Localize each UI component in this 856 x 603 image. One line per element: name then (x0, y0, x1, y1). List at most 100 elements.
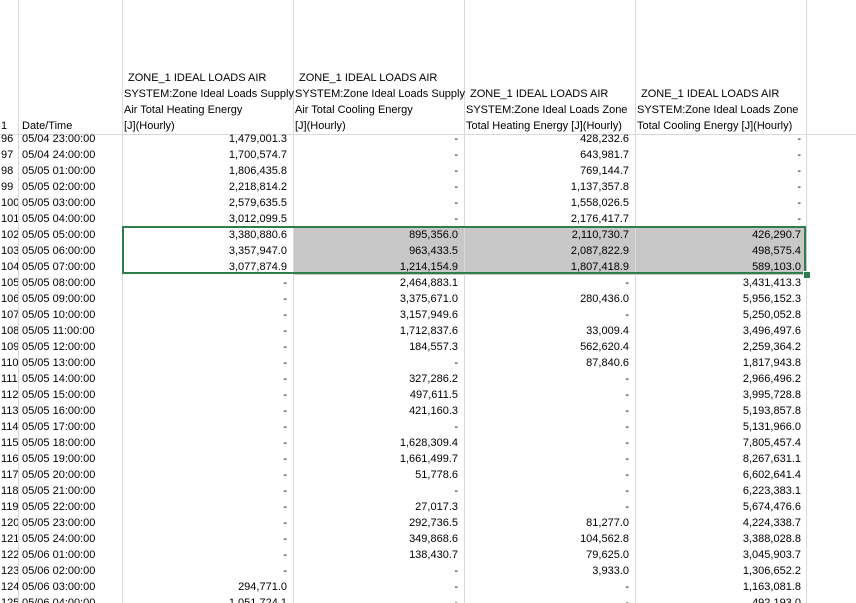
supply-heating-cell[interactable]: - (123, 403, 293, 419)
row-number[interactable]: 109 (0, 339, 18, 355)
date-time-cell[interactable]: 05/05 15:00:00 (19, 387, 122, 403)
date-time-cell[interactable]: 05/05 06:00:00 (19, 243, 122, 259)
supply-heating-cell[interactable]: - (123, 531, 293, 547)
zone-cooling-cell[interactable]: 589,103.0 (636, 259, 807, 275)
zone-cooling-cell[interactable]: 5,131,966.0 (636, 419, 807, 435)
zone-heating-cell[interactable]: 1,558,026.5 (465, 195, 635, 211)
zone-cooling-cell[interactable]: - (636, 131, 807, 147)
supply-heating-cell[interactable]: - (123, 499, 293, 515)
supply-heating-cell[interactable]: 3,077,874.9 (123, 259, 293, 275)
supply-heating-cell[interactable]: - (123, 451, 293, 467)
supply-cooling-cell[interactable]: 51,778.6 (294, 467, 464, 483)
row-number[interactable]: 111 (0, 371, 18, 387)
zone-heating-cell[interactable]: 643,981.7 (465, 147, 635, 163)
date-time-cell[interactable]: 05/05 09:00:00 (19, 291, 122, 307)
date-time-cell[interactable]: 05/05 17:00:00 (19, 419, 122, 435)
supply-heating-cell[interactable]: 1,806,435.8 (123, 163, 293, 179)
supply-cooling-cell[interactable]: - (294, 131, 464, 147)
supply-cooling-cell[interactable]: 895,356.0 (294, 227, 464, 243)
supply-cooling-cell[interactable]: 184,557.3 (294, 339, 464, 355)
supply-heating-cell[interactable]: - (123, 419, 293, 435)
zone-heating-cell[interactable]: - (465, 307, 635, 323)
supply-heating-cell[interactable]: 3,012,099.5 (123, 211, 293, 227)
zone-cooling-cell[interactable]: 6,223,383.1 (636, 483, 807, 499)
zone-heating-cell[interactable]: - (465, 467, 635, 483)
zone-heating-cell[interactable]: 79,625.0 (465, 547, 635, 563)
supply-heating-cell[interactable]: 294,771.0 (123, 579, 293, 595)
row-number[interactable]: 104 (0, 259, 18, 275)
supply-heating-cell[interactable]: 1,051,724.1 (123, 595, 293, 603)
zone-heating-cell[interactable]: - (465, 403, 635, 419)
supply-heating-cell[interactable]: 2,218,814.2 (123, 179, 293, 195)
supply-cooling-cell[interactable]: 327,286.2 (294, 371, 464, 387)
zone-heating-cell[interactable]: 87,840.6 (465, 355, 635, 371)
zone-cooling-cell[interactable]: 5,193,857.8 (636, 403, 807, 419)
supply-cooling-cell[interactable]: - (294, 419, 464, 435)
zone-heating-cell[interactable]: - (465, 419, 635, 435)
zone-cooling-cell[interactable]: - (636, 179, 807, 195)
supply-cooling-cell[interactable]: - (294, 179, 464, 195)
zone-heating-cell[interactable]: 104,562.8 (465, 531, 635, 547)
supply-heating-cell[interactable]: - (123, 435, 293, 451)
supply-cooling-cell[interactable]: 963,433.5 (294, 243, 464, 259)
row-number[interactable]: 122 (0, 547, 18, 563)
zone-cooling-cell[interactable]: - (636, 147, 807, 163)
date-time-cell[interactable]: 05/05 18:00:00 (19, 435, 122, 451)
zone-cooling-cell[interactable]: 426,290.7 (636, 227, 807, 243)
zone-cooling-cell[interactable]: 1,306,652.2 (636, 563, 807, 579)
supply-heating-cell[interactable]: - (123, 563, 293, 579)
supply-heating-cell[interactable]: 2,579,635.5 (123, 195, 293, 211)
zone-cooling-cell[interactable]: 3,995,728.8 (636, 387, 807, 403)
zone-cooling-cell[interactable]: 7,805,457.4 (636, 435, 807, 451)
zone-heating-cell[interactable]: - (465, 499, 635, 515)
supply-heating-cell[interactable]: - (123, 515, 293, 531)
zone-heating-cell[interactable]: 769,144.7 (465, 163, 635, 179)
row-number[interactable]: 99 (0, 179, 18, 195)
row-number[interactable]: 108 (0, 323, 18, 339)
date-time-cell[interactable]: 05/05 24:00:00 (19, 531, 122, 547)
zone-heating-cell[interactable]: 280,436.0 (465, 291, 635, 307)
zone-heating-cell[interactable]: - (465, 371, 635, 387)
zone-cooling-cell[interactable]: 5,956,152.3 (636, 291, 807, 307)
date-time-cell[interactable]: 05/06 03:00:00 (19, 579, 122, 595)
zone-heating-cell[interactable]: 2,110,730.7 (465, 227, 635, 243)
zone-cooling-cell[interactable]: 8,267,631.1 (636, 451, 807, 467)
date-time-cell[interactable]: 05/05 19:00:00 (19, 451, 122, 467)
date-time-cell[interactable]: 05/05 08:00:00 (19, 275, 122, 291)
supply-cooling-cell[interactable]: 292,736.5 (294, 515, 464, 531)
zone-cooling-cell[interactable]: 3,388,028.8 (636, 531, 807, 547)
zone-heating-cell[interactable]: 428,232.6 (465, 131, 635, 147)
supply-heating-cell[interactable]: 3,357,947.0 (123, 243, 293, 259)
date-time-cell[interactable]: 05/05 11:00:00 (19, 323, 122, 339)
zone-heating-cell[interactable]: 562,620.4 (465, 339, 635, 355)
zone-cooling-cell[interactable]: 498,575.4 (636, 243, 807, 259)
supply-heating-cell[interactable]: 1,700,574.7 (123, 147, 293, 163)
zone-heating-cell[interactable]: - (465, 387, 635, 403)
supply-cooling-cell[interactable]: - (294, 163, 464, 179)
supply-cooling-cell[interactable]: 1,661,499.7 (294, 451, 464, 467)
supply-cooling-cell[interactable]: - (294, 195, 464, 211)
supply-heating-cell[interactable]: - (123, 467, 293, 483)
supply-cooling-cell[interactable]: 1,214,154.9 (294, 259, 464, 275)
row-number[interactable]: 118 (0, 483, 18, 499)
row-number[interactable]: 121 (0, 531, 18, 547)
row-number[interactable]: 119 (0, 499, 18, 515)
row-number[interactable]: 101 (0, 211, 18, 227)
date-time-cell[interactable]: 05/05 22:00:00 (19, 499, 122, 515)
zone-cooling-cell[interactable]: 5,674,476.6 (636, 499, 807, 515)
supply-heating-cell[interactable]: - (123, 483, 293, 499)
date-time-cell[interactable]: 05/05 13:00:00 (19, 355, 122, 371)
zone-heating-cell[interactable]: - (465, 579, 635, 595)
row-number[interactable]: 98 (0, 163, 18, 179)
supply-cooling-cell[interactable]: - (294, 483, 464, 499)
zone-cooling-cell[interactable]: - (636, 211, 807, 227)
row-number[interactable]: 105 (0, 275, 18, 291)
zone-cooling-cell[interactable]: 492,193.0 (636, 595, 807, 603)
supply-heating-cell[interactable]: - (123, 371, 293, 387)
supply-cooling-cell[interactable]: - (294, 147, 464, 163)
row-number[interactable]: 96 (0, 131, 18, 147)
supply-cooling-cell[interactable]: - (294, 579, 464, 595)
zone-cooling-cell[interactable]: 1,163,081.8 (636, 579, 807, 595)
row-number[interactable]: 117 (0, 467, 18, 483)
zone-cooling-cell[interactable]: 3,496,497.6 (636, 323, 807, 339)
